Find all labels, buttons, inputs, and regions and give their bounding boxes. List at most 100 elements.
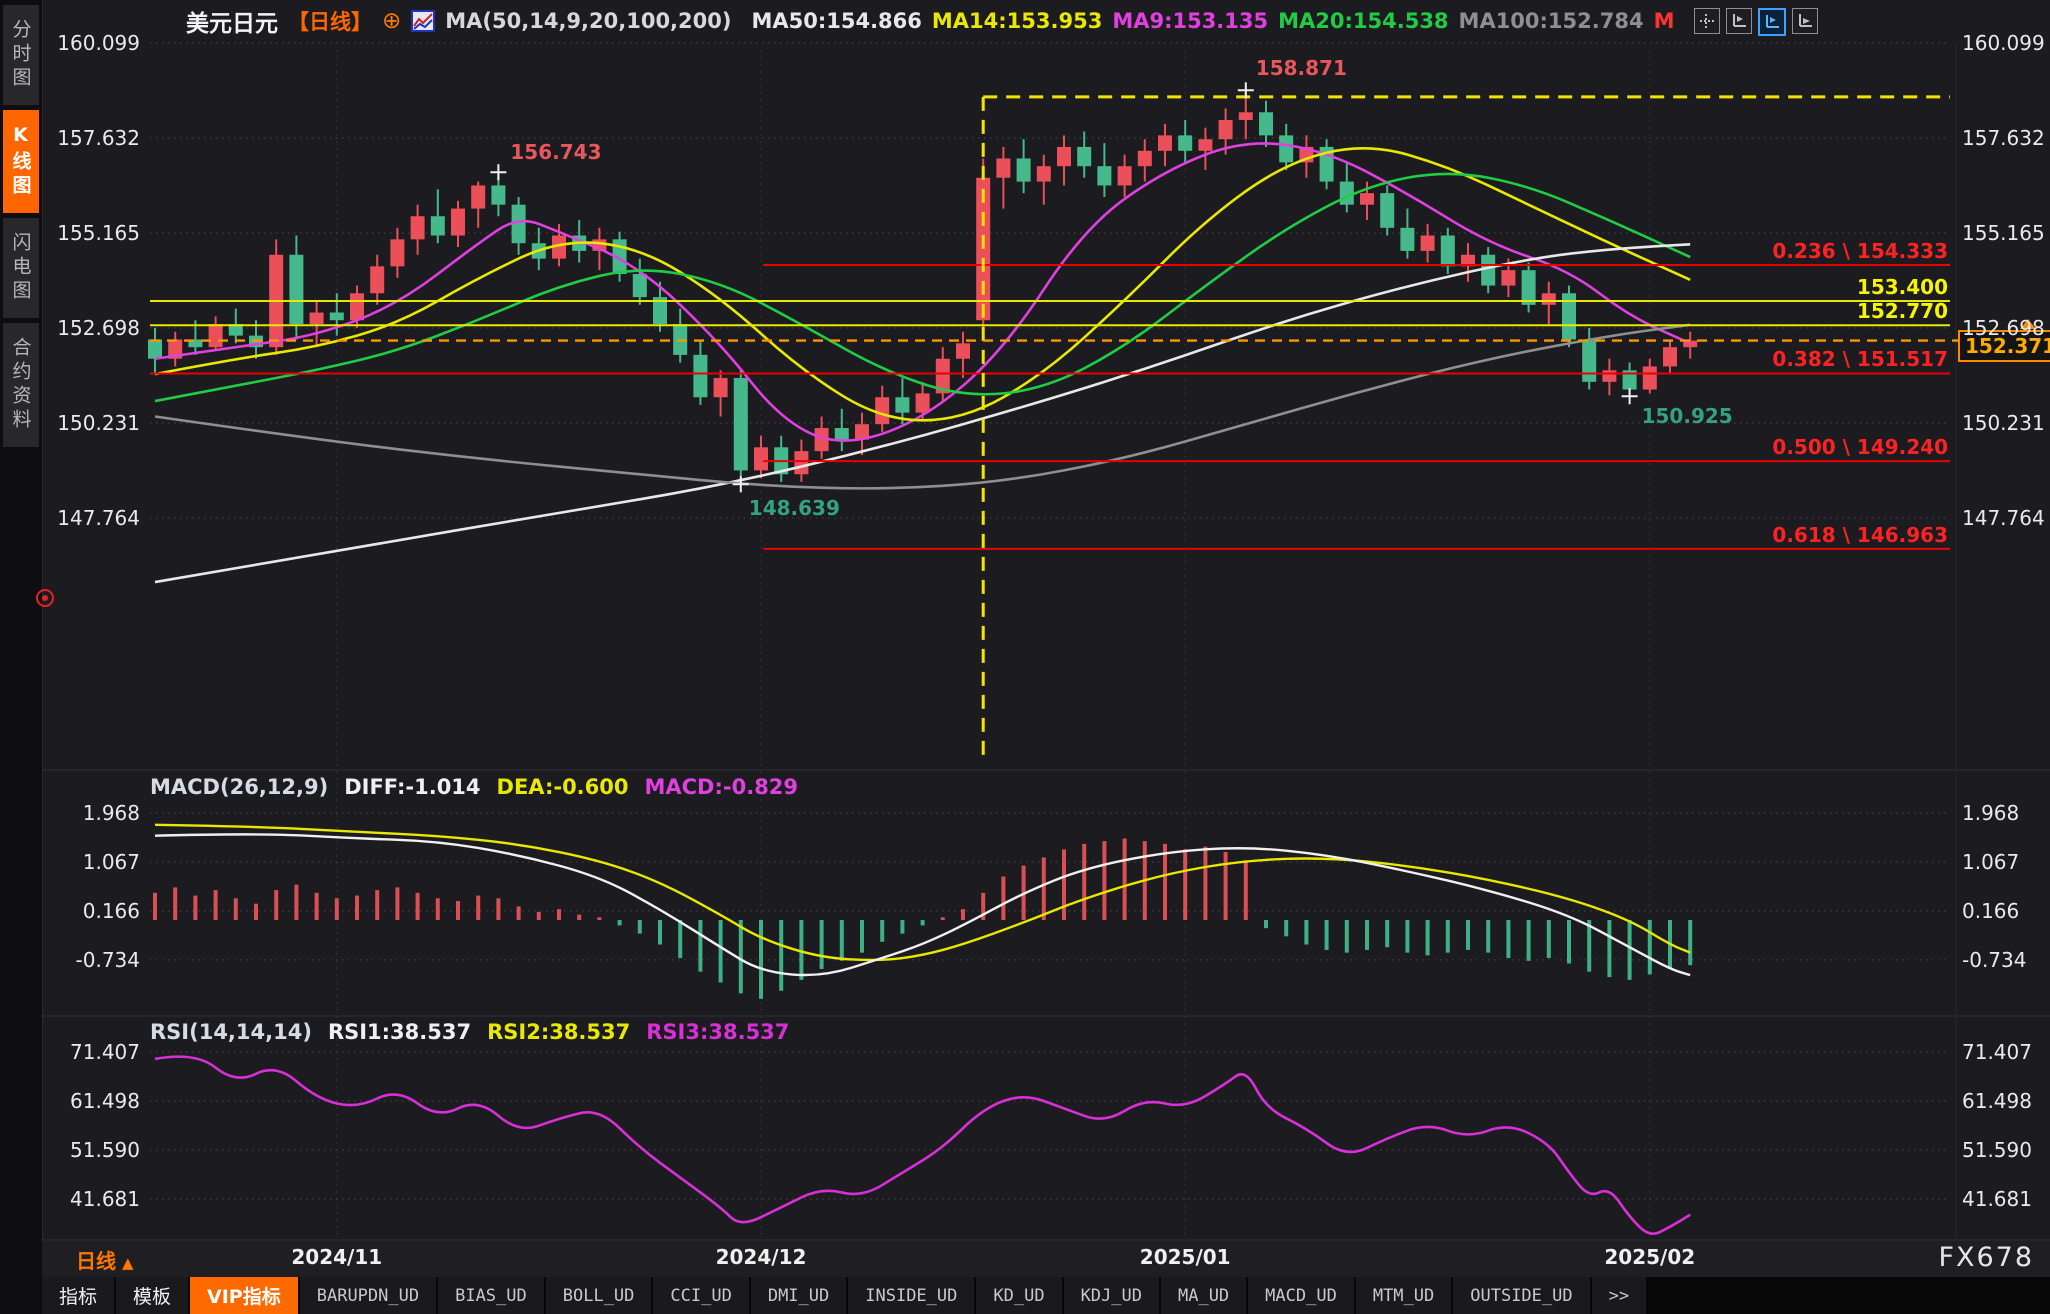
watermark: FX678: [1938, 1242, 2034, 1273]
sidebar-item-闪电图[interactable]: 闪电图: [3, 218, 39, 318]
rsi2-value: RSI2:38.537: [487, 1020, 630, 1044]
axis-scale-icon[interactable]: [1726, 8, 1752, 34]
macd-title: MACD(26,12,9): [150, 775, 328, 799]
tab-MTM_UD[interactable]: MTM_UD: [1356, 1277, 1451, 1314]
y-axis-label-left: 147.764: [40, 506, 140, 530]
tab-DMI_UD[interactable]: DMI_UD: [751, 1277, 846, 1314]
y-axis-label-left: 41.681: [40, 1187, 140, 1211]
x-axis-date-label: 2025/02: [1590, 1245, 1710, 1269]
price-annotation: 150.925: [1642, 404, 1733, 428]
axis-scale-active-icon[interactable]: [1758, 8, 1786, 36]
y-axis-label-right: -0.734: [1962, 948, 2050, 972]
chart-type-icon[interactable]: [411, 10, 435, 32]
fib-level-label: 152.770: [1857, 299, 1948, 323]
y-axis-label-right: 0.166: [1962, 899, 2050, 923]
y-axis-label-right: 71.407: [1962, 1040, 2050, 1064]
circle-plus-icon[interactable]: ⊕: [382, 10, 401, 32]
y-axis-label-right: 150.231: [1962, 411, 2050, 435]
sidebar-item-合约资料[interactable]: 合约资料: [3, 323, 39, 447]
sidebar-item-分时图[interactable]: 分时图: [3, 5, 39, 105]
symbol-title: 美元日元: [186, 4, 278, 38]
tab->>[interactable]: >>: [1592, 1277, 1646, 1314]
tab-MA_UD[interactable]: MA_UD: [1161, 1277, 1246, 1314]
price-annotation: 158.871: [1256, 56, 1347, 80]
y-axis-label-left: 155.165: [40, 221, 140, 245]
grid-layer: [42, 43, 2050, 1240]
axis-shift-icon[interactable]: [1792, 8, 1818, 34]
macd-value: MACD:-0.829: [645, 775, 799, 799]
rsi-legend: RSI(14,14,14) RSI1:38.537 RSI2:38.537 RS…: [150, 1020, 789, 1044]
tab-MACD_UD[interactable]: MACD_UD: [1248, 1277, 1354, 1314]
y-axis-label-left: 1.968: [40, 801, 140, 825]
y-axis-label-right: 157.632: [1962, 126, 2050, 150]
ma-legend-item: MA50:154.866: [751, 9, 921, 33]
y-axis-label-right: 1.067: [1962, 850, 2050, 874]
ma-legend-item: MA20:154.538: [1278, 9, 1448, 33]
tab-KD_UD[interactable]: KD_UD: [976, 1277, 1061, 1314]
tab-模板[interactable]: 模板: [116, 1277, 188, 1314]
sidebar-item-K线图[interactable]: K线图: [3, 110, 39, 213]
ma-settings-label[interactable]: MA(50,14,9,20,100,200): [445, 9, 731, 33]
tab-BIAS_UD[interactable]: BIAS_UD: [438, 1277, 544, 1314]
macd-diff-value: DIFF:-1.014: [344, 775, 480, 799]
y-axis-label-right: 155.165: [1962, 221, 2050, 245]
candlestick-chart-canvas[interactable]: [0, 0, 2050, 1314]
tab-INSIDE_UD[interactable]: INSIDE_UD: [848, 1277, 974, 1314]
price-annotation: 148.639: [749, 496, 840, 520]
y-axis-label-left: 71.407: [40, 1040, 140, 1064]
ma-legend-item: M: [1654, 9, 1675, 33]
rsi-layer: [155, 1057, 1690, 1234]
x-axis-date-label: 2024/11: [277, 1245, 397, 1269]
ma-legend-item: MA100:152.784: [1459, 9, 1644, 33]
y-axis-label-left: 61.498: [40, 1089, 140, 1113]
trading-chart-app: 分时图 K线图闪电图合约资料 美元日元 【日线】 ⊕ MA(50,14,9,20,…: [0, 0, 2050, 1314]
y-axis-label-right: 1.968: [1962, 801, 2050, 825]
macd-dea-value: DEA:-0.600: [497, 775, 629, 799]
pan-crosshair-icon[interactable]: [1694, 8, 1720, 34]
fib-level-label: 0.236 \ 154.333: [1772, 239, 1948, 263]
y-axis-label-right: 160.099: [1962, 31, 2050, 55]
y-axis-label-right: 147.764: [1962, 506, 2050, 530]
fib-level-label: 0.382 \ 151.517: [1772, 347, 1948, 371]
candles-layer: [148, 90, 1697, 484]
period-arrow-icon: ▲: [122, 1254, 134, 1272]
tab-VIP指标[interactable]: VIP指标: [190, 1277, 298, 1314]
macd-layer: [155, 825, 1690, 999]
chart-header: 美元日元 【日线】 ⊕ MA(50,14,9,20,100,200) MA50:…: [186, 6, 1675, 36]
y-axis-label-right: 61.498: [1962, 1089, 2050, 1113]
y-axis-label-left: -0.734: [40, 948, 140, 972]
x-axis-date-label: 2024/12: [701, 1245, 821, 1269]
header-toolbar: [1694, 8, 1818, 36]
tab-CCI_UD[interactable]: CCI_UD: [653, 1277, 748, 1314]
ma-legend: MA50:154.866 MA14:153.953 MA9:153.135 MA20:…: [741, 9, 1674, 33]
date-axis-row: 日线 ▲ 2024/11 2024/12 2025/01 2025/02: [42, 1241, 2050, 1277]
y-axis-label-right: 152.698: [1962, 316, 2050, 340]
y-axis-label-left: 157.632: [40, 126, 140, 150]
rsi-title: RSI(14,14,14): [150, 1020, 312, 1044]
tab-KDJ_UD[interactable]: KDJ_UD: [1064, 1277, 1159, 1314]
indicator-tabbar: 指标模板VIP指标BARUPDN_UDBIAS_UDBOLL_UDCCI_UDD…: [42, 1277, 2050, 1314]
tab-BOLL_UD[interactable]: BOLL_UD: [546, 1277, 652, 1314]
ma-lines-layer: [155, 143, 1690, 582]
y-axis-label-left: 152.698: [40, 316, 140, 340]
tab-BARUPDN_UD[interactable]: BARUPDN_UD: [300, 1277, 436, 1314]
tab-指标[interactable]: 指标: [42, 1277, 114, 1314]
ma-legend-item: MA14:153.953: [932, 9, 1102, 33]
period-tag[interactable]: 【日线】: [288, 6, 372, 36]
sidebar-chart-modes: 分时图 K线图闪电图合约资料: [0, 0, 43, 1314]
y-axis-label-left: 160.099: [40, 31, 140, 55]
y-axis-label-left: 1.067: [40, 850, 140, 874]
tab-OUTSIDE_UD[interactable]: OUTSIDE_UD: [1453, 1277, 1589, 1314]
period-label: 日线: [76, 1249, 116, 1273]
period-selector[interactable]: 日线 ▲: [76, 1245, 134, 1274]
rsi1-value: RSI1:38.537: [328, 1020, 471, 1044]
ma-legend-item: MA9:153.135: [1112, 9, 1268, 33]
rsi3-value: RSI3:38.537: [646, 1020, 789, 1044]
y-axis-label-left: 51.590: [40, 1138, 140, 1162]
y-axis-label-right: 41.681: [1962, 1187, 2050, 1211]
macd-legend: MACD(26,12,9) DIFF:-1.014 DEA:-0.600 MAC…: [150, 775, 798, 799]
y-axis-label-left: 0.166: [40, 899, 140, 923]
x-axis-date-label: 2025/01: [1125, 1245, 1245, 1269]
fib-level-label: 0.618 \ 146.963: [1772, 523, 1948, 547]
red-target-icon[interactable]: [36, 589, 54, 607]
